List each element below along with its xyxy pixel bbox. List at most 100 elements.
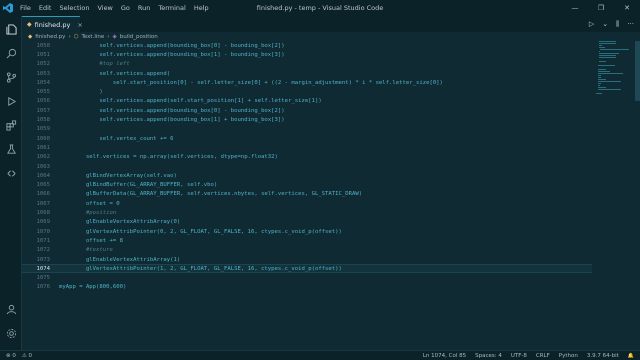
breadcrumb-item-class[interactable]: Text.line (81, 34, 104, 40)
cursor-position[interactable]: Ln 1074, Col 85 (423, 353, 466, 359)
tab-finished-py[interactable]: ◆ finished.py × (22, 16, 83, 32)
menu-item-go[interactable]: Go (121, 4, 130, 12)
code-text[interactable]: self.vertices.append(bounding_box[0] - b… (59, 43, 284, 49)
code-text[interactable]: self.vertices.append(bounding_box[0] - b… (59, 108, 284, 114)
code-line[interactable]: 1054 self.start_position[0] - self.lette… (22, 78, 592, 87)
menu-item-edit[interactable]: Edit (39, 4, 52, 12)
files-icon[interactable] (0, 18, 22, 40)
code-line[interactable]: 1064 glBindVertexArray(self.vao) (22, 171, 592, 180)
code-text[interactable]: offset = 0 (59, 201, 120, 207)
menu-item-selection[interactable]: Selection (59, 4, 89, 12)
run-debug-icon[interactable] (0, 90, 22, 112)
method-icon: ◈ (112, 33, 117, 40)
run-dropdown-chevron-down-icon[interactable]: ⌄ (602, 20, 608, 28)
code-line[interactable]: 1075 (22, 274, 592, 283)
code-text[interactable]: glBindVertexArray(self.vao) (59, 173, 177, 179)
code-line[interactable]: 1063 (22, 162, 592, 171)
code-line[interactable]: 1071 offset += 8 (22, 236, 592, 245)
menu-item-terminal[interactable]: Terminal (158, 4, 185, 12)
eol-setting[interactable]: CRLF (536, 353, 550, 359)
close-window-button[interactable]: ✕ (614, 0, 640, 16)
code-text[interactable]: self.start_position[0] - self.letter_siz… (59, 80, 443, 86)
code-line[interactable]: 1069 glEnableVertexAttribArray(0) (22, 218, 592, 227)
search-icon[interactable] (0, 42, 22, 64)
code-text[interactable]: #position (59, 210, 116, 216)
menu-item-file[interactable]: File (20, 4, 31, 12)
code-editor[interactable]: 1050 self.vertices.append(bounding_box[0… (22, 41, 592, 350)
code-text[interactable]: self.vertices = np.array(self.vertices, … (59, 154, 278, 160)
line-number: 1059 (36, 126, 50, 133)
code-text[interactable]: self.vertices.append( (59, 71, 170, 77)
code-line[interactable]: 1060 self.vertex_count += 6 (22, 134, 592, 143)
code-line[interactable]: 1062 self.vertices = np.array(self.verti… (22, 153, 592, 162)
code-line[interactable]: 1066 glBufferData(GL_ARRAY_BUFFER, self.… (22, 190, 592, 199)
language-mode[interactable]: Python (559, 353, 578, 359)
code-line[interactable]: 1061 (22, 143, 592, 152)
python-interpreter[interactable]: 3.9.7 64-bit (587, 353, 619, 359)
code-line[interactable]: 1067 offset = 0 (22, 199, 592, 208)
code-text[interactable]: glVertexAttribPointer(0, 2, GL_FLOAT, GL… (59, 229, 342, 235)
code-line[interactable]: 1073 glEnableVertexAttribArray(1) (22, 255, 592, 264)
code-line[interactable]: 1051 self.vertices.append(bounding_box[1… (22, 50, 592, 59)
code-line[interactable]: 1070 glVertexAttribPointer(0, 2, GL_FLOA… (22, 227, 592, 236)
code-text[interactable]: self.vertices.append(bounding_box[1] + b… (59, 117, 284, 123)
code-text[interactable]: offset += 8 (59, 238, 123, 244)
code-text[interactable]: glBufferData(GL_ARRAY_BUFFER, self.verti… (59, 191, 362, 197)
code-text[interactable]: myApp = App(800,600) (59, 284, 126, 290)
code-line[interactable]: 1072 #texture (22, 246, 592, 255)
encoding-setting[interactable]: UTF-8 (511, 353, 527, 359)
code-line[interactable]: 1052 #top left (22, 60, 592, 69)
line-number: 1073 (36, 256, 50, 263)
split-editor-icon[interactable]: ⫼ (616, 20, 619, 29)
remote-icon[interactable] (0, 162, 22, 184)
code-text[interactable]: self.vertex_count += 6 (59, 136, 173, 142)
code-line[interactable]: 1059 (22, 125, 592, 134)
code-line[interactable]: 1058 self.vertices.append(bounding_box[1… (22, 115, 592, 124)
breadcrumb-item-method[interactable]: build_position (120, 34, 158, 40)
tab-close-icon[interactable]: × (77, 21, 82, 29)
code-line[interactable]: 1074 glVertexAttribPointer(1, 2, GL_FLOA… (22, 264, 592, 274)
scrollbar-thumb[interactable] (635, 41, 640, 101)
notifications-bell-icon[interactable]: 🔔 (628, 353, 634, 359)
editor-scrollbar[interactable] (634, 41, 640, 350)
code-text[interactable]: glVertexAttribPointer(1, 2, GL_FLOAT, GL… (59, 266, 342, 272)
source-control-icon[interactable] (0, 66, 22, 88)
class-icon: ⬡ (73, 33, 79, 40)
code-line[interactable]: 1076 myApp = App(800,600) (22, 283, 592, 292)
account-icon[interactable] (0, 298, 22, 320)
code-text[interactable]: glEnableVertexAttribArray(1) (59, 257, 180, 263)
code-line[interactable]: 1065 glBindBuffer(GL_ARRAY_BUFFER, self.… (22, 181, 592, 190)
menu-item-help[interactable]: Help (194, 4, 209, 12)
code-text[interactable]: #top left (59, 61, 129, 67)
code-text[interactable]: glBindBuffer(GL_ARRAY_BUFFER, self.vbo) (59, 182, 217, 188)
line-number: 1055 (36, 89, 50, 96)
code-text[interactable]: ) (59, 89, 102, 95)
code-text[interactable]: #texture (59, 247, 113, 253)
more-actions-icon[interactable]: ··· (627, 20, 634, 28)
code-line[interactable]: 1056 self.vertices.append(self.start_pos… (22, 97, 592, 106)
maximize-button[interactable]: ❐ (588, 0, 614, 16)
minimize-button[interactable]: — (562, 0, 588, 16)
code-line[interactable]: 1055 ) (22, 88, 592, 97)
code-text[interactable]: glEnableVertexAttribArray(0) (59, 219, 180, 225)
vscode-logo-icon[interactable] (0, 0, 16, 16)
code-line[interactable]: 1068 #position (22, 208, 592, 217)
code-text[interactable]: self.vertices.append(bounding_box[1] - b… (59, 52, 284, 58)
line-number: 1057 (36, 107, 50, 114)
code-line[interactable]: 1050 self.vertices.append(bounding_box[0… (22, 41, 592, 50)
run-file-icon[interactable]: ▷ (589, 20, 594, 28)
menu-item-run[interactable]: Run (138, 4, 150, 12)
breadcrumb-item-file[interactable]: finished.py (35, 34, 65, 40)
code-line[interactable]: 1053 self.vertices.append( (22, 69, 592, 78)
line-number: 1076 (36, 284, 50, 291)
menu-item-view[interactable]: View (97, 4, 112, 12)
test-icon[interactable] (0, 138, 22, 160)
extensions-icon[interactable] (0, 114, 22, 136)
errors-indicator[interactable]: ⊗ 0 (6, 353, 16, 359)
indentation-setting[interactable]: Spaces: 4 (475, 353, 502, 359)
code-text[interactable]: self.vertices.append(self.start_position… (59, 98, 321, 104)
code-line[interactable]: 1057 self.vertices.append(bounding_box[0… (22, 106, 592, 115)
minimap[interactable] (596, 41, 632, 101)
warnings-indicator[interactable]: ⚠ 0 (22, 353, 32, 359)
settings-gear-icon[interactable] (0, 322, 22, 344)
